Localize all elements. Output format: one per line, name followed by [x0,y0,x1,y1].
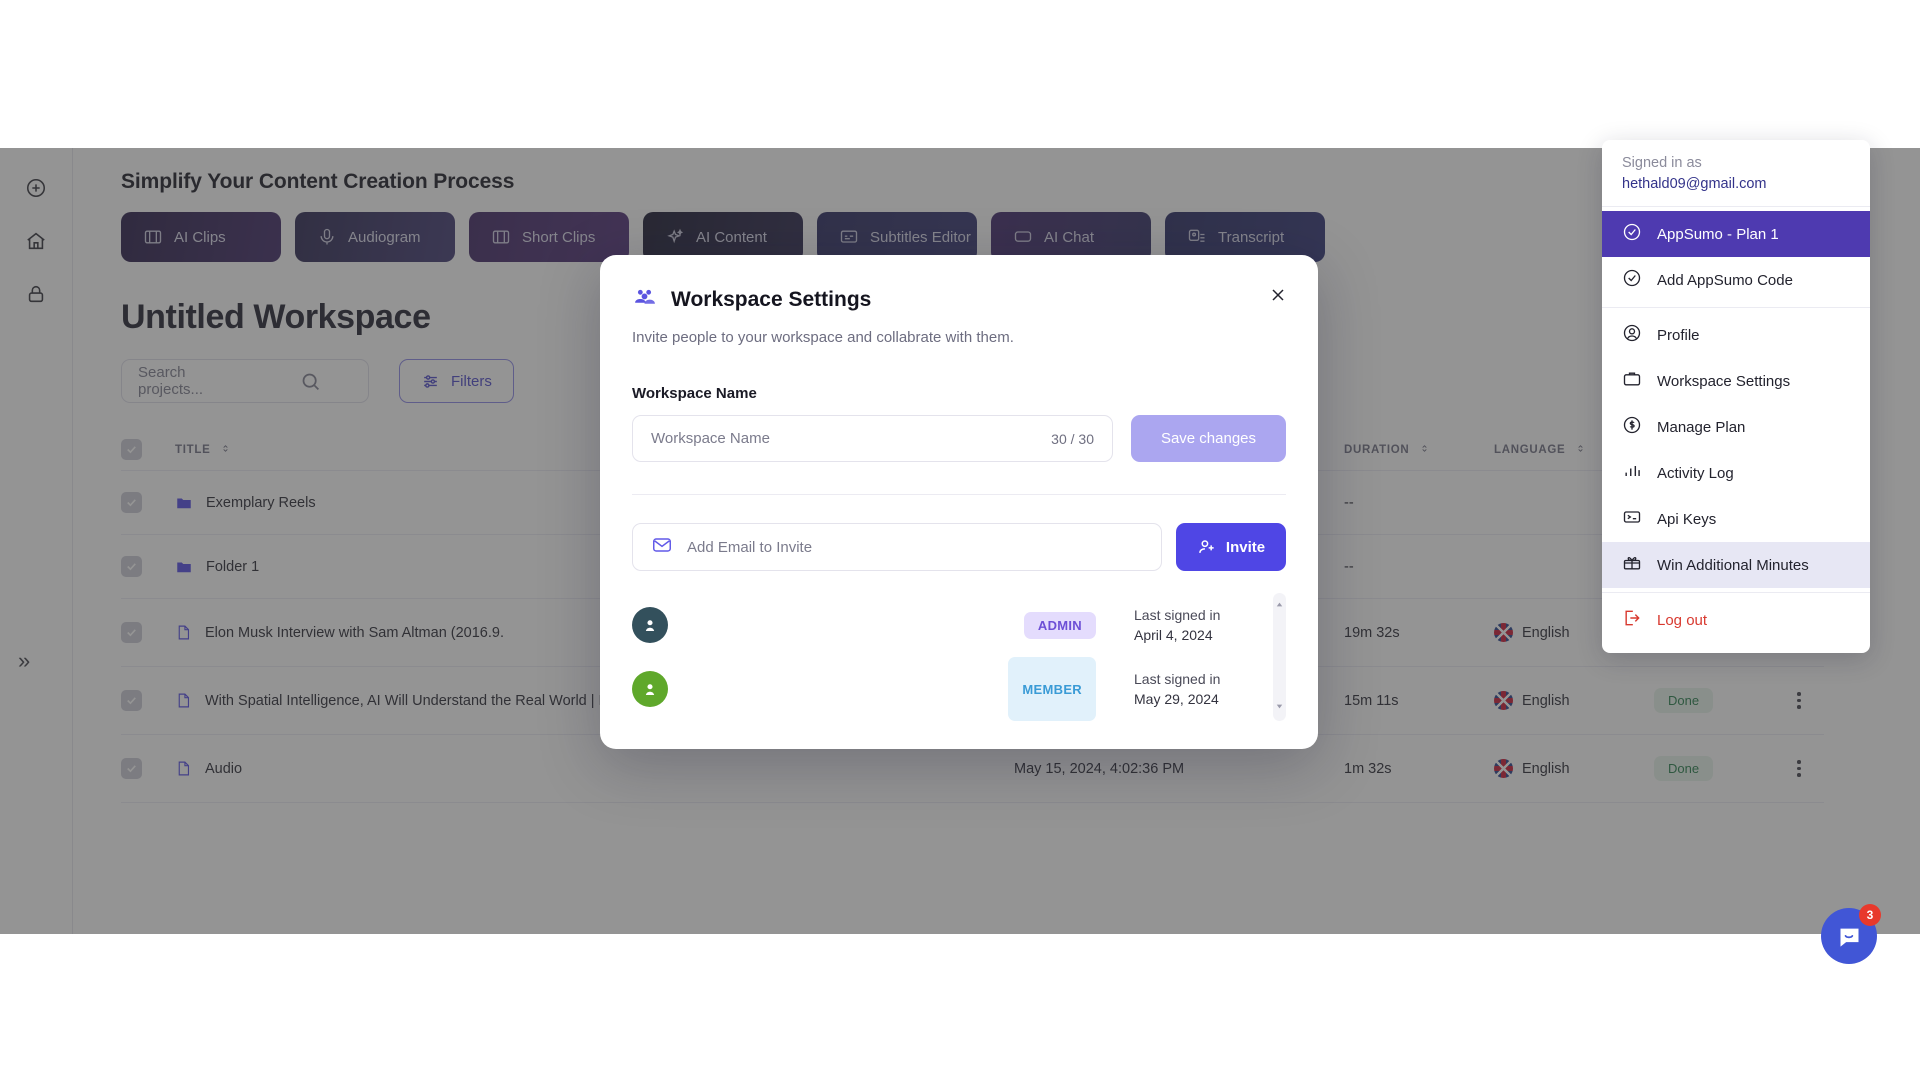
envelope-icon [651,534,673,561]
last-signed-date: April 4, 2024 [1134,627,1213,643]
last-signed-label: Last signed in [1134,670,1221,687]
avatar [632,671,668,707]
modal-title: Workspace Settings [671,288,872,311]
scroll-down-icon[interactable] [1274,699,1285,717]
last-signed-date: May 29, 2024 [1134,691,1219,707]
last-signed-label: Last signed in [1134,606,1221,623]
modal-header: Workspace Settings [632,285,1286,315]
member-row: ADMIN Last signed in April 4, 2024 [632,593,1258,657]
modal-overlay: Workspace Settings Invite people to your… [0,0,1920,1080]
user-plus-icon [1199,540,1214,553]
workspace-name-placeholder: Workspace Name [651,430,770,447]
workspace-name-input[interactable]: Workspace Name 30 / 30 [632,415,1113,462]
people-group-icon [632,285,657,315]
close-icon[interactable] [1268,285,1288,310]
workspace-settings-modal: Workspace Settings Invite people to your… [600,255,1318,749]
invite-label: Invite [1225,538,1266,556]
scroll-up-icon[interactable] [1274,597,1285,615]
save-changes-label: Save changes [1160,430,1257,447]
invite-button[interactable]: Invite [1176,523,1286,571]
member-role-badge: MEMBER [1008,657,1096,721]
invite-email-input[interactable]: Add Email to Invite [632,523,1162,571]
members-scrollbar[interactable] [1273,593,1286,721]
modal-divider [632,494,1286,495]
workspace-name-label: Workspace Name [632,385,757,402]
member-last-signed: Last signed in May 29, 2024 [1134,669,1258,710]
save-changes-button[interactable]: Save changes [1131,415,1286,462]
member-role-badge: ADMIN [1023,611,1096,639]
avatar [632,607,668,643]
char-counter: 30 / 30 [1051,430,1094,447]
modal-subtitle: Invite people to your workspace and coll… [632,329,1014,346]
members-list: ADMIN Last signed in April 4, 2024 MEMBER La… [632,593,1286,721]
member-last-signed: Last signed in April 4, 2024 [1134,605,1258,646]
member-row: MEMBER Last signed in May 29, 2024 [632,657,1258,721]
invite-email-placeholder: Add Email to Invite [687,538,813,556]
